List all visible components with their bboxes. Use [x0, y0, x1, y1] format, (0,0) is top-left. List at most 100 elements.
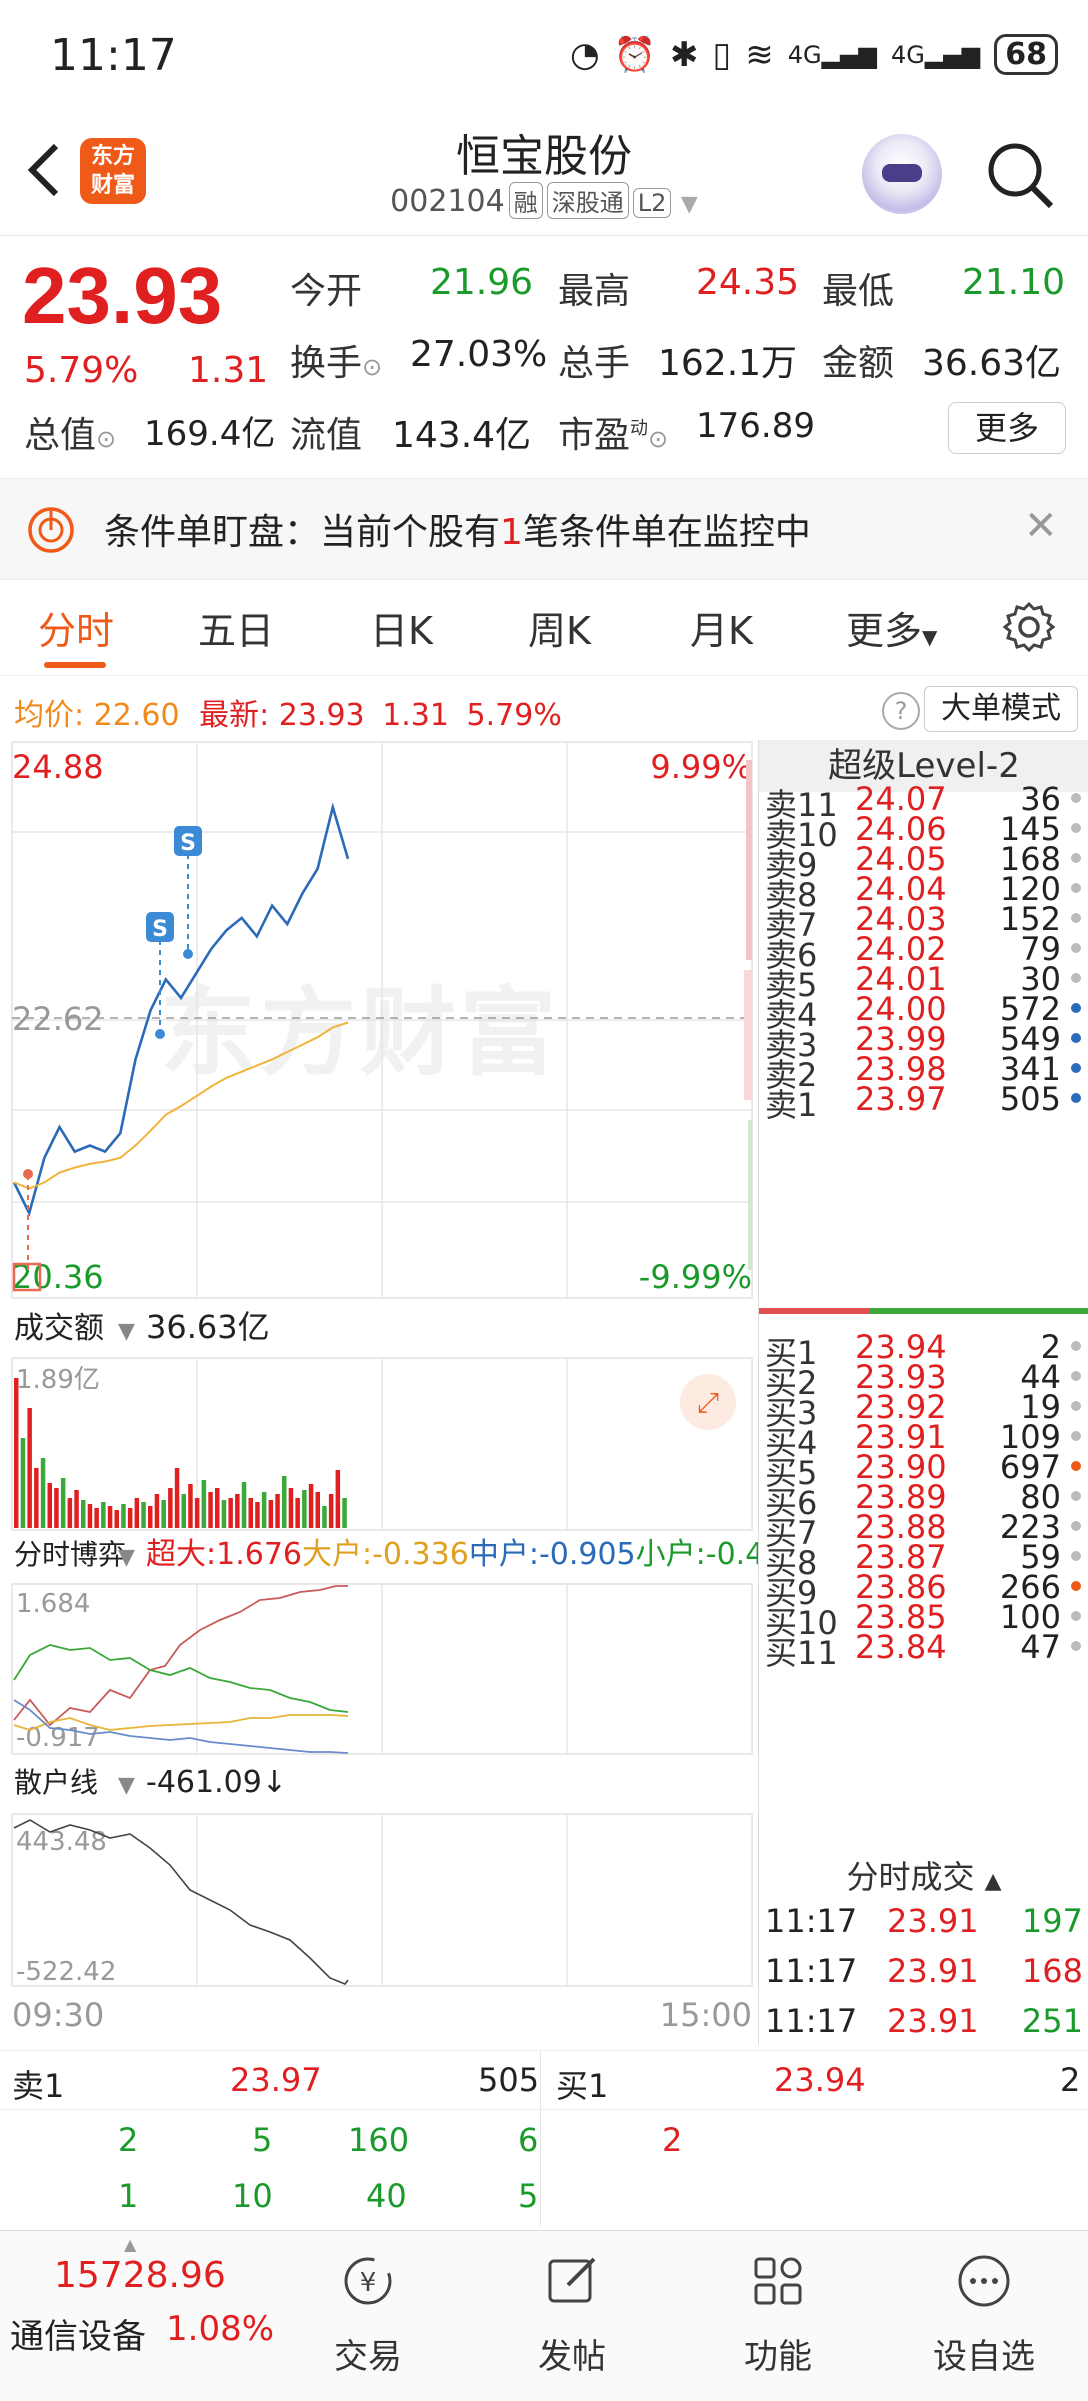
volume-bar	[275, 1494, 280, 1528]
dropdown-triangle-icon: ▼	[680, 192, 698, 217]
ask-price: 23.97	[855, 1080, 947, 1118]
tab-weekly-k[interactable]: 周K	[528, 600, 591, 655]
ask-queue-cell: 10	[232, 2177, 273, 2215]
more-button[interactable]: 更多	[948, 402, 1066, 454]
volume-bar	[268, 1500, 274, 1528]
bid-row[interactable]: 买11 23.84 47	[759, 1624, 1088, 1672]
ask-queue-cell: 1	[118, 2177, 139, 2215]
change-amount: 1.31	[188, 350, 269, 391]
volume-bar	[328, 1494, 334, 1528]
volume-bar	[54, 1488, 59, 1528]
chart-tabs: 分时 五日 日K 周K 月K 更多▼	[0, 580, 1088, 676]
volume-bar	[127, 1508, 133, 1528]
volume-bar	[308, 1484, 314, 1528]
sector-name[interactable]: 通信设备	[10, 2309, 146, 2358]
order-dot-icon	[1071, 1063, 1081, 1073]
volume-bar	[114, 1510, 119, 1528]
y-axis-top-label: 24.88	[12, 748, 104, 786]
nav-functions[interactable]: 功能	[718, 2251, 838, 2378]
strip-ask-price: 23.97	[230, 2061, 322, 2099]
mktcap-label[interactable]: 总值⊙	[24, 406, 116, 458]
time-end-label: 15:00	[660, 1996, 752, 2034]
retail-min-label: -522.42	[16, 1957, 116, 1987]
banner-text: 条件单盯盘：当前个股有1笔条件单在监控中	[104, 512, 811, 553]
svg-text:¥: ¥	[360, 2268, 377, 2298]
volume-bar	[342, 1498, 347, 1528]
volume-bar	[181, 1494, 186, 1528]
trades-title[interactable]: 分时成交 ▲	[759, 1852, 1088, 1898]
condition-order-banner[interactable]: 条件单盯盘：当前个股有1笔条件单在监控中 ✕	[0, 478, 1088, 580]
order-dot-icon	[1071, 1033, 1081, 1043]
tab-intraday[interactable]: 分时	[38, 600, 114, 655]
search-icon[interactable]	[985, 140, 1055, 210]
ask-queue-cell: 6	[518, 2121, 539, 2159]
pe-label[interactable]: 市盈动⊙	[558, 406, 668, 458]
trade-price: 23.91	[887, 2002, 979, 2040]
volume-bar	[188, 1484, 193, 1528]
bid-volume: 47	[1020, 1628, 1061, 1666]
order-dot-icon	[1071, 1371, 1081, 1381]
trade-volume: 168	[1021, 1952, 1083, 1990]
nav-trade[interactable]: ¥ 交易	[308, 2251, 428, 2378]
nav-post-label: 发帖	[538, 2337, 606, 2377]
help-icon[interactable]: ?	[882, 692, 920, 730]
nav-add-watchlist[interactable]: 设自选	[924, 2251, 1044, 2378]
tab-more[interactable]: 更多▼	[846, 600, 937, 655]
tag-margin: 融	[508, 182, 543, 219]
volume-bars	[14, 1378, 347, 1528]
collapse-caret-icon[interactable]: ▲	[124, 2235, 136, 2254]
stock-header: 东方 财富 恒宝股份 002104 融深股通 L2 ▼	[0, 110, 1088, 236]
order-dot-icon	[1071, 1581, 1081, 1591]
ask-queue-cell: 160	[348, 2121, 410, 2159]
volume-bar	[148, 1506, 153, 1528]
volume-bar	[141, 1502, 146, 1528]
retail-panel-dropdown-icon[interactable]: ▼	[118, 1773, 135, 1798]
trade-time: 11:17	[765, 2002, 858, 2040]
float-value: 143.4亿	[392, 415, 532, 456]
order-dot-icon	[1071, 1003, 1081, 1013]
close-icon[interactable]: ✕	[1024, 503, 1058, 549]
low-label: 最低	[822, 271, 895, 312]
gear-icon[interactable]	[1002, 600, 1056, 654]
big-order-mode-button[interactable]: 大单模式	[924, 686, 1078, 732]
flow-panel-dropdown-icon[interactable]: ▼	[118, 1545, 135, 1570]
tab-daily-k[interactable]: 日K	[370, 600, 433, 655]
flow-panel-label[interactable]: 分时博弈	[14, 1538, 126, 1571]
data-saver-icon: ◔	[570, 34, 600, 75]
ask-queue-cell: 5	[518, 2177, 539, 2215]
avg-price-line	[13, 1021, 349, 1190]
order-dot-icon	[1071, 1521, 1081, 1531]
flow-max-label: 1.684	[16, 1589, 90, 1619]
volume-bar	[208, 1492, 213, 1528]
volume-bar	[94, 1508, 99, 1528]
intraday-chart[interactable]: 24.88 22.62 20.36 9.99% -9.99% S S 成交额 ▼…	[0, 740, 758, 2040]
bid-level-label: 买11	[765, 1634, 838, 1672]
strip-ask-vol: 505	[478, 2061, 540, 2099]
nav-trade-label: 交易	[334, 2337, 402, 2377]
assistant-robot-icon[interactable]	[862, 134, 942, 214]
current-price: 23.93	[22, 251, 223, 340]
order-dot-icon	[1071, 973, 1081, 983]
amount-max-label: 1.89亿	[16, 1365, 100, 1395]
flow-small-line	[13, 1644, 349, 1713]
tab-five-day[interactable]: 五日	[198, 600, 274, 655]
volume-bar	[241, 1482, 247, 1528]
volume-bar	[288, 1488, 294, 1528]
turnover-label[interactable]: 换手⊙	[290, 334, 382, 386]
tab-monthly-k[interactable]: 月K	[690, 600, 753, 655]
strip-bid-vol: 2	[1060, 2061, 1081, 2099]
volume-bar	[154, 1494, 160, 1528]
amount-panel-dropdown-icon[interactable]: ▼	[118, 1319, 135, 1344]
ask-row[interactable]: 卖1 23.97 505	[759, 1076, 1088, 1124]
trade-yen-icon: ¥	[344, 2257, 392, 2305]
retail-panel-label[interactable]: 散户线	[14, 1766, 98, 1799]
nav-post[interactable]: 发帖	[512, 2251, 632, 2378]
bid-queue-cell: 2	[662, 2121, 683, 2159]
sector-index-value[interactable]: 15728.96	[54, 2255, 226, 2296]
amount-panel-label[interactable]: 成交额	[14, 1311, 104, 1346]
volume-bar	[315, 1492, 320, 1528]
volume-bar	[107, 1506, 113, 1528]
flow-min-label: -0.917	[16, 1723, 100, 1753]
more-dots-icon	[958, 2255, 1010, 2307]
turnover-value: 27.03%	[410, 334, 548, 375]
